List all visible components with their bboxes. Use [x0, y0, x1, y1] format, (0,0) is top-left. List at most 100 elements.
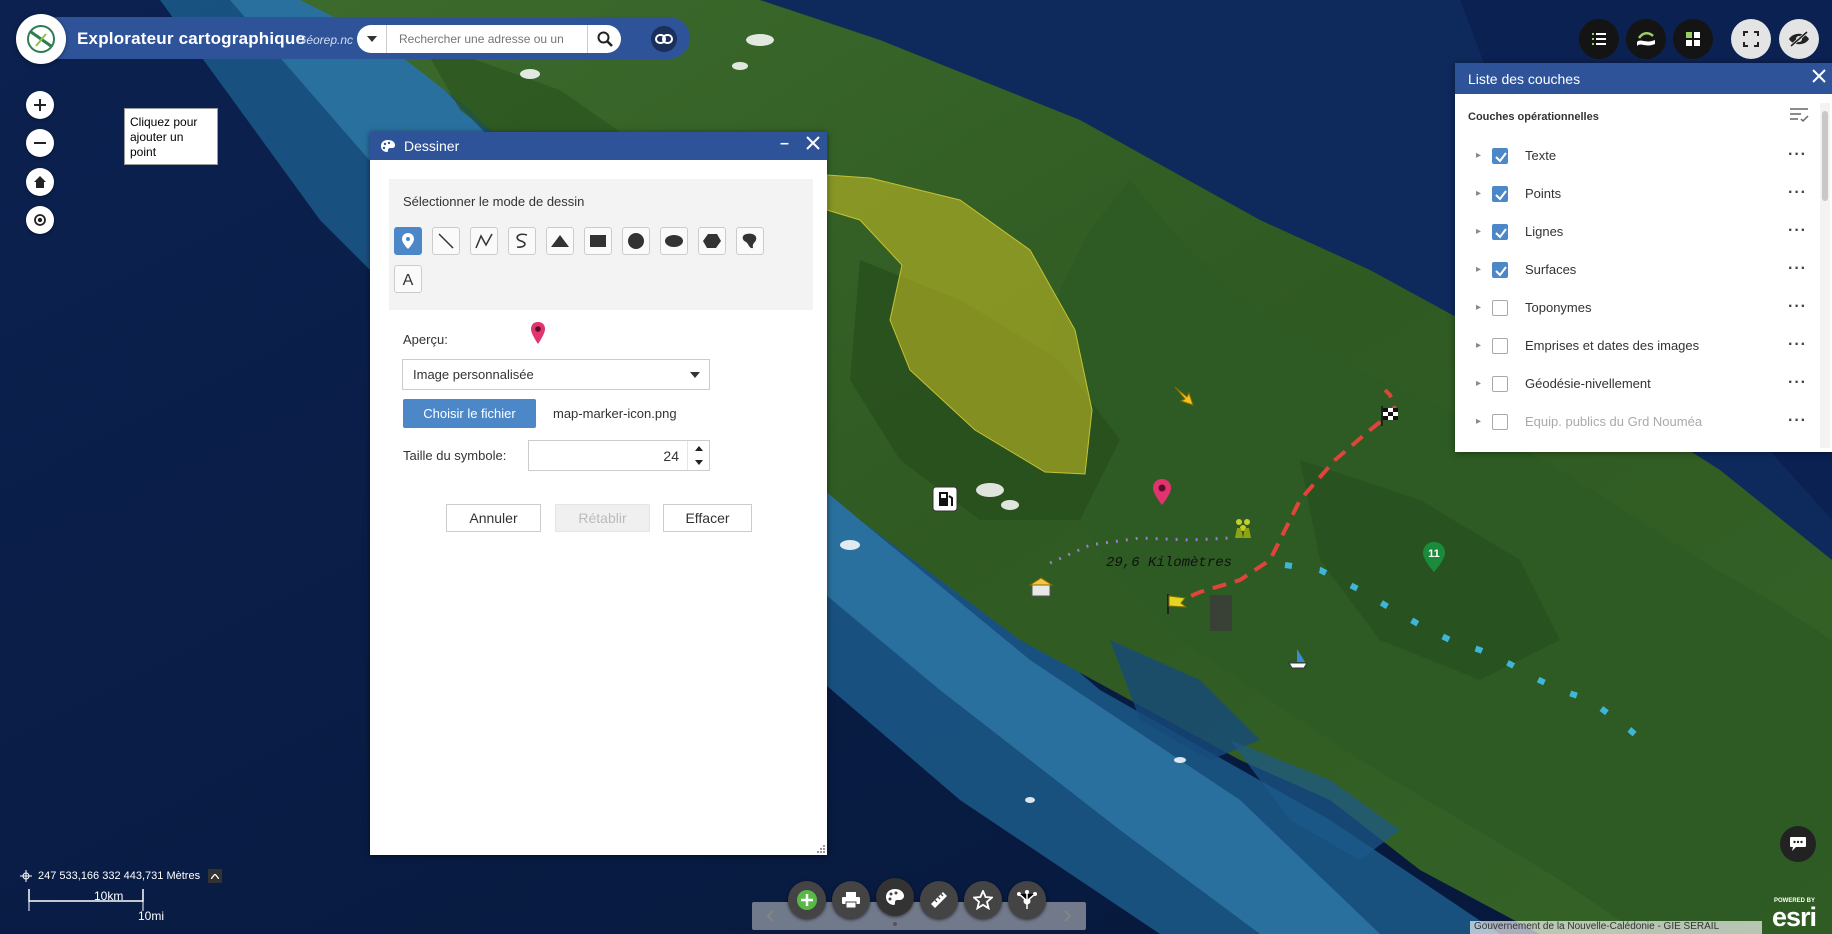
locate-button[interactable]	[26, 206, 54, 234]
feedback-button[interactable]	[1780, 826, 1816, 862]
print-button[interactable]	[832, 881, 870, 919]
cluster-marker[interactable]: 11	[1422, 542, 1446, 572]
expand-arrow-icon[interactable]: ▸	[1476, 226, 1481, 237]
layer-options-icon[interactable]	[1789, 107, 1809, 123]
close-icon	[806, 136, 820, 150]
yellow-flag-icon[interactable]	[1165, 594, 1189, 614]
caret-down-icon[interactable]	[695, 460, 703, 465]
layer-row-emprises[interactable]: ▸ Emprises et dates des images ···	[1455, 327, 1817, 365]
layer-row-lignes[interactable]: ▸ Lignes ···	[1455, 213, 1817, 251]
tool-polyline[interactable]	[470, 227, 498, 255]
people-group-icon[interactable]	[1231, 516, 1255, 540]
coordinate-toggle[interactable]	[208, 869, 223, 883]
layer-list-button[interactable]	[1579, 19, 1619, 59]
hide-panels-button[interactable]	[1779, 19, 1819, 59]
add-data-button[interactable]	[788, 881, 826, 919]
widgets-button[interactable]	[1673, 19, 1713, 59]
layer-checkbox[interactable]	[1492, 262, 1508, 278]
scale-bar-graphic	[28, 889, 144, 911]
basemap-button[interactable]	[1626, 19, 1666, 59]
tool-triangle[interactable]	[546, 227, 574, 255]
layer-checkbox[interactable]	[1492, 224, 1508, 240]
expand-arrow-icon[interactable]: ▸	[1476, 264, 1481, 275]
clear-button[interactable]: Effacer	[663, 504, 752, 532]
zoom-out-button[interactable]	[26, 129, 54, 157]
home-button[interactable]	[26, 168, 54, 196]
scrollbar-thumb[interactable]	[1822, 111, 1828, 201]
esri-logo[interactable]: POWERED BY esri	[1770, 898, 1832, 934]
layer-more-button[interactable]: ···	[1788, 260, 1807, 278]
layer-checkbox[interactable]	[1492, 300, 1508, 316]
expand-arrow-icon[interactable]: ▸	[1476, 340, 1481, 351]
layer-more-button[interactable]: ···	[1788, 222, 1807, 240]
layer-more-button[interactable]: ···	[1788, 412, 1807, 430]
draw-mode-section: Sélectionner le mode de dessin A	[389, 179, 813, 310]
choose-file-button[interactable]: Choisir le fichier	[403, 399, 536, 428]
layer-more-button[interactable]: ···	[1788, 374, 1807, 392]
arrow-marker-icon[interactable]	[1172, 384, 1196, 408]
tool-polygon[interactable]	[698, 227, 726, 255]
layer-row-toponymes[interactable]: ▸ Toponymes ···	[1455, 289, 1817, 327]
close-layer-panel-button[interactable]	[1812, 69, 1826, 86]
tool-freehand-polygon[interactable]	[736, 227, 764, 255]
tool-ellipse[interactable]	[660, 227, 688, 255]
zoom-in-button[interactable]	[26, 91, 54, 119]
map-marker-pink[interactable]	[1152, 479, 1172, 505]
layer-checkbox[interactable]	[1492, 338, 1508, 354]
expand-arrow-icon[interactable]: ▸	[1476, 378, 1481, 389]
layer-checkbox[interactable]	[1492, 148, 1508, 164]
bookmark-button[interactable]	[964, 881, 1002, 919]
building-icon[interactable]	[1028, 576, 1054, 598]
tool-text[interactable]: A	[394, 265, 422, 293]
layer-more-button[interactable]: ···	[1788, 146, 1807, 164]
symbol-type-select[interactable]: Image personnalisée	[402, 359, 710, 390]
freehand-polygon-icon	[742, 233, 757, 249]
measure-button[interactable]	[920, 881, 958, 919]
search-button[interactable]	[587, 25, 621, 53]
app-logo[interactable]	[16, 14, 66, 64]
expand-arrow-icon[interactable]: ▸	[1476, 188, 1481, 199]
caret-up-icon[interactable]	[695, 446, 703, 451]
search-source-dropdown[interactable]	[357, 25, 387, 53]
plus-icon	[34, 99, 46, 111]
layer-more-button[interactable]: ···	[1788, 184, 1807, 202]
symbol-size-stepper[interactable]	[687, 441, 709, 470]
tool-freehand-line[interactable]	[508, 227, 536, 255]
layer-more-button[interactable]: ···	[1788, 336, 1807, 354]
layer-list-scrollbar[interactable]	[1820, 103, 1830, 448]
layer-row-geodesie[interactable]: ▸ Géodésie-nivellement ···	[1455, 365, 1817, 403]
fullscreen-button[interactable]	[1731, 19, 1771, 59]
layer-checkbox[interactable]	[1492, 414, 1508, 430]
share-link-button[interactable]	[651, 26, 677, 52]
tool-point[interactable]	[394, 227, 422, 255]
layer-row-texte[interactable]: ▸ Texte ···	[1455, 137, 1817, 175]
tool-line[interactable]	[432, 227, 460, 255]
symbol-size-input[interactable]: 24	[528, 440, 710, 471]
chevron-right-icon[interactable]	[1064, 910, 1072, 922]
fuel-station-icon[interactable]	[932, 486, 958, 512]
expand-arrow-icon[interactable]: ▸	[1476, 150, 1481, 161]
resize-grip-icon[interactable]	[815, 843, 825, 853]
tool-circle[interactable]	[622, 227, 650, 255]
search-input[interactable]	[387, 32, 587, 46]
layer-row-surfaces[interactable]: ▸ Surfaces ···	[1455, 251, 1817, 289]
restore-button[interactable]: Rétablir	[555, 504, 650, 532]
layer-row-equip-publics[interactable]: ▸ Equip. publics du Grd Nouméa ···	[1455, 403, 1817, 441]
layer-checkbox[interactable]	[1492, 376, 1508, 392]
cancel-button[interactable]: Annuler	[446, 504, 541, 532]
chevron-left-icon[interactable]	[766, 910, 774, 922]
crosshair-icon[interactable]	[20, 870, 32, 882]
draw-panel-header[interactable]: Dessiner –	[370, 132, 827, 160]
minimize-button[interactable]: –	[780, 135, 789, 153]
expand-arrow-icon[interactable]: ▸	[1476, 416, 1481, 427]
layer-checkbox[interactable]	[1492, 186, 1508, 202]
draw-tool-button[interactable]	[876, 878, 914, 916]
layer-row-points[interactable]: ▸ Points ···	[1455, 175, 1817, 213]
layer-more-button[interactable]: ···	[1788, 298, 1807, 316]
tool-rectangle[interactable]	[584, 227, 612, 255]
boat-icon[interactable]	[1287, 648, 1309, 670]
expand-arrow-icon[interactable]: ▸	[1476, 302, 1481, 313]
checkered-flag-icon[interactable]	[1380, 406, 1402, 426]
close-draw-panel-button[interactable]	[806, 136, 820, 153]
geolocate-tools-button[interactable]	[1008, 881, 1046, 919]
